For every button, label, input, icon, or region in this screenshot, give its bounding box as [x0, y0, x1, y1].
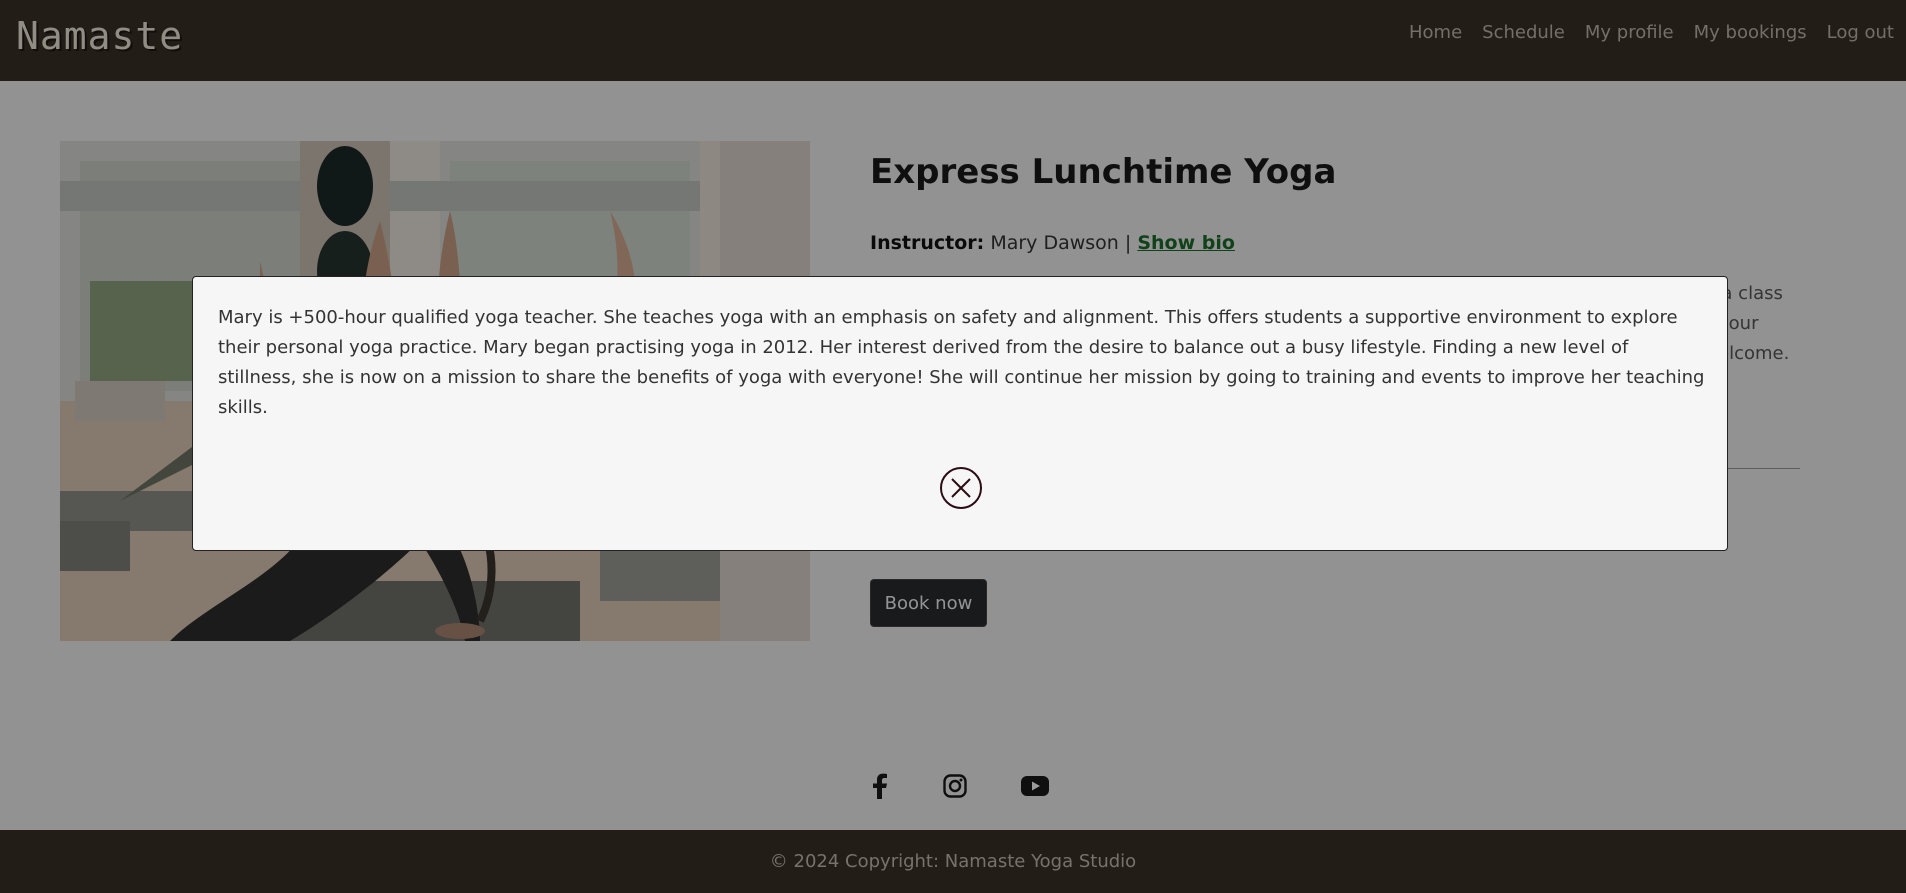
bio-text: Mary is +500-hour qualified yoga teacher…	[218, 307, 1705, 418]
close-icon[interactable]	[940, 467, 982, 509]
bio-modal: Mary is +500-hour qualified yoga teacher…	[192, 276, 1728, 551]
